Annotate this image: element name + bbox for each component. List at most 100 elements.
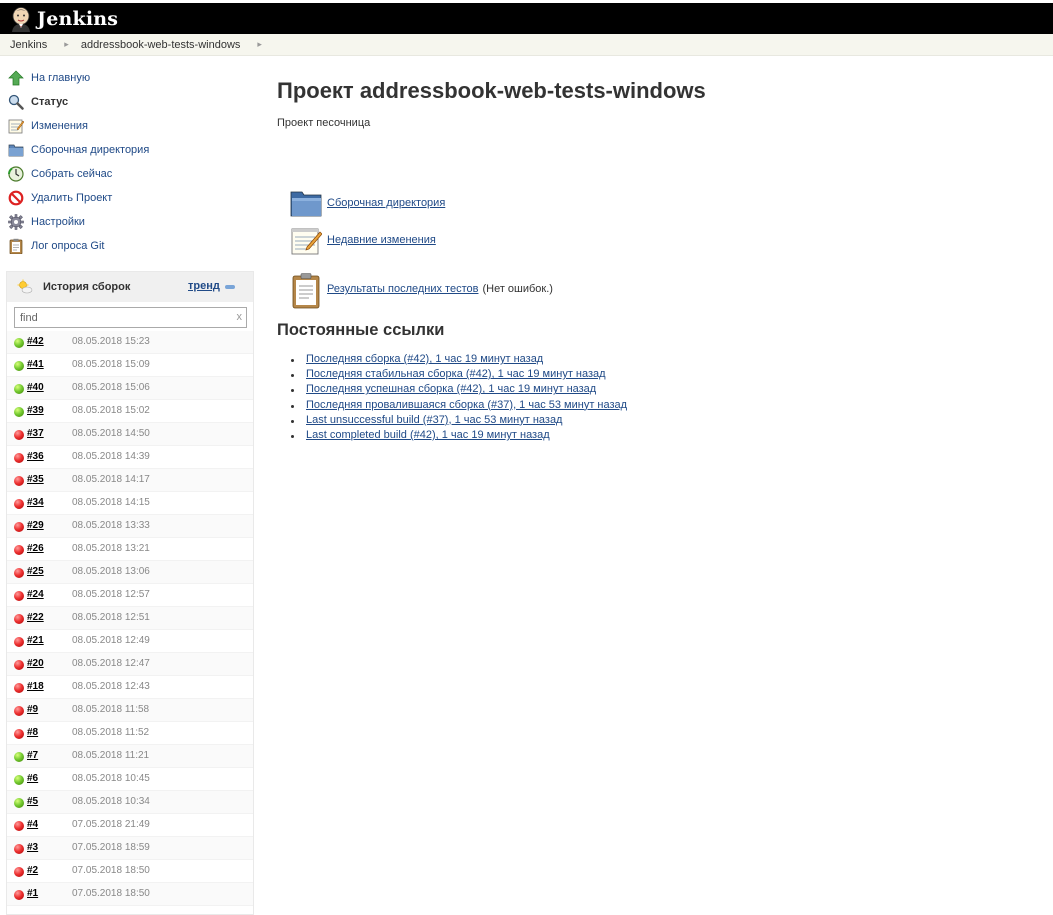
build-row[interactable]: #18 08.05.2018 12:43 [7,676,253,699]
build-number-link[interactable]: #37 [27,428,44,439]
workspace-link[interactable]: Сборочная директория [327,197,445,209]
build-row[interactable]: #20 08.05.2018 12:47 [7,653,253,676]
task-status[interactable]: Статус [8,90,248,114]
build-number-link[interactable]: #1 [27,888,38,899]
build-number-link[interactable]: #25 [27,566,44,577]
build-date: 08.05.2018 14:50 [72,428,150,439]
build-row[interactable]: #2 07.05.2018 18:50 [7,860,253,883]
no-entry-icon [8,190,24,206]
task-configure[interactable]: Настройки [8,210,248,234]
build-number-link[interactable]: #18 [27,681,44,692]
build-number-link[interactable]: #9 [27,704,38,715]
build-search-input[interactable] [15,308,230,327]
clear-search-icon[interactable]: x [237,311,243,323]
failure-status-ball-icon [14,499,24,509]
trend-link[interactable]: тренд [188,280,220,292]
task-home[interactable]: На главную [8,66,248,90]
task-status-label[interactable]: Статус [31,96,68,108]
build-date: 08.05.2018 12:47 [72,658,150,669]
build-number-link[interactable]: #3 [27,842,38,853]
build-number-link[interactable]: #8 [27,727,38,738]
build-number-link[interactable]: #36 [27,451,44,462]
trend-graph-icon[interactable] [225,285,235,289]
build-number-link[interactable]: #4 [27,819,38,830]
build-date: 08.05.2018 12:57 [72,589,150,600]
build-row[interactable]: #34 08.05.2018 14:15 [7,492,253,515]
build-number-link[interactable]: #22 [27,612,44,623]
permalink-item: Последняя стабильная сборка (#42), 1 час… [290,368,627,383]
build-row[interactable]: #39 08.05.2018 15:02 [7,400,253,423]
build-row[interactable]: #22 08.05.2018 12:51 [7,607,253,630]
permalink-last-successful-build[interactable]: Последняя успешная сборка (#42), 1 час 1… [306,383,596,395]
build-row[interactable]: #21 08.05.2018 12:49 [7,630,253,653]
project-description: Проект песочница [277,117,371,129]
build-row[interactable]: #36 08.05.2018 14:39 [7,446,253,469]
task-configure-label[interactable]: Настройки [31,216,85,228]
breadcrumb-separator-icon[interactable]: ▸ [257,39,262,50]
permalink-last-completed-build[interactable]: Last completed build (#42), 1 час 19 мин… [306,429,550,441]
build-row[interactable]: #24 08.05.2018 12:57 [7,584,253,607]
task-delete-project-label[interactable]: Удалить Проект [31,192,112,204]
build-number-link[interactable]: #40 [27,382,44,393]
task-changes-label[interactable]: Изменения [31,120,88,132]
build-number-link[interactable]: #41 [27,359,44,370]
task-git-polling-log[interactable]: Лог опроса Git [8,234,248,258]
build-number-link[interactable]: #39 [27,405,44,416]
folder-icon [290,187,322,219]
build-row[interactable]: #7 08.05.2018 11:21 [7,745,253,768]
gear-icon [8,214,24,230]
top-header: Jenkins [0,3,1053,34]
build-history-panel: История сборок тренд x #42 08.05.2018 15:… [6,271,254,915]
build-number-link[interactable]: #24 [27,589,44,600]
build-row[interactable]: #35 08.05.2018 14:17 [7,469,253,492]
build-row[interactable]: #37 08.05.2018 14:50 [7,423,253,446]
task-delete-project[interactable]: Удалить Проект [8,186,248,210]
build-list: #42 08.05.2018 15:23 #41 08.05.2018 15:09 #4… [7,331,253,906]
build-row[interactable]: #25 08.05.2018 13:06 [7,561,253,584]
task-workspace[interactable]: Сборочная директория [8,138,248,162]
build-number-link[interactable]: #6 [27,773,38,784]
build-row[interactable]: #8 08.05.2018 11:52 [7,722,253,745]
build-number-link[interactable]: #34 [27,497,44,508]
build-row[interactable]: #9 08.05.2018 11:58 [7,699,253,722]
build-number-link[interactable]: #2 [27,865,38,876]
build-date: 08.05.2018 11:52 [72,727,150,738]
build-row[interactable]: #26 08.05.2018 13:21 [7,538,253,561]
breadcrumb-separator-icon[interactable]: ▸ [64,39,69,50]
build-row[interactable]: #42 08.05.2018 15:23 [7,331,253,354]
build-number-link[interactable]: #35 [27,474,44,485]
build-date: 07.05.2018 18:50 [72,865,150,876]
build-number-link[interactable]: #5 [27,796,38,807]
permalink-last-stable-build[interactable]: Последняя стабильная сборка (#42), 1 час… [306,368,606,380]
build-number-link[interactable]: #26 [27,543,44,554]
task-git-polling-log-label[interactable]: Лог опроса Git [31,240,104,252]
build-row[interactable]: #40 08.05.2018 15:06 [7,377,253,400]
build-number-link[interactable]: #20 [27,658,44,669]
test-results-link[interactable]: Результаты последних тестов [327,283,478,295]
build-row[interactable]: #29 08.05.2018 13:33 [7,515,253,538]
task-home-label[interactable]: На главную [31,72,90,84]
build-row[interactable]: #3 07.05.2018 18:59 [7,837,253,860]
build-row[interactable]: #4 07.05.2018 21:49 [7,814,253,837]
build-number-link[interactable]: #42 [27,336,44,347]
task-build-now-label[interactable]: Собрать сейчас [31,168,112,180]
build-number-link[interactable]: #7 [27,750,38,761]
build-number-link[interactable]: #21 [27,635,44,646]
permalink-last-build[interactable]: Последняя сборка (#42), 1 час 19 минут н… [306,353,543,365]
task-build-now[interactable]: Собрать сейчас [8,162,248,186]
task-changes[interactable]: Изменения [8,114,248,138]
build-number-link[interactable]: #29 [27,520,44,531]
breadcrumb-project[interactable]: addressbook-web-tests-windows [81,39,241,51]
permalink-last-unsuccessful-build[interactable]: Last unsuccessful build (#37), 1 час 53 … [306,414,562,426]
build-row[interactable]: #1 07.05.2018 18:50 [7,883,253,906]
magnifier-icon [8,94,24,110]
build-row[interactable]: #6 08.05.2018 10:45 [7,768,253,791]
task-workspace-label[interactable]: Сборочная директория [31,144,149,156]
recent-changes-link[interactable]: Недавние изменения [327,234,436,246]
failure-status-ball-icon [14,430,24,440]
permalink-last-failed-build[interactable]: Последняя провалившаяся сборка (#37), 1 … [306,399,627,411]
build-row[interactable]: #41 08.05.2018 15:09 [7,354,253,377]
breadcrumb-jenkins[interactable]: Jenkins [10,39,47,51]
build-row[interactable]: #5 08.05.2018 10:34 [7,791,253,814]
jenkins-logo[interactable]: Jenkins [8,6,118,32]
